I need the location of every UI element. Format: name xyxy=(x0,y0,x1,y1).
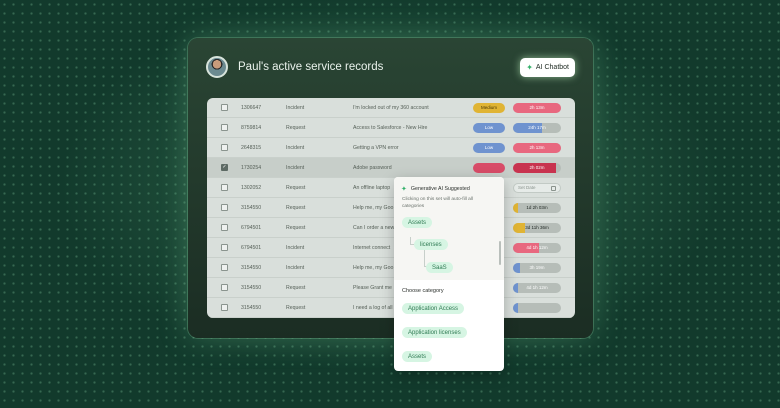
record-type: Request xyxy=(286,184,306,191)
table-row[interactable]: 1302052 Request An offline laptop Set Date xyxy=(207,178,575,198)
row-checkbox[interactable] xyxy=(221,104,228,111)
record-description: Access to Salesforce - New Hire xyxy=(353,124,428,131)
records-table: 1306647 Incident I'm locked out of my 360 … xyxy=(207,98,575,318)
ai-chatbot-button[interactable]: ✦ AI Chatbot xyxy=(520,57,575,77)
row-checkbox[interactable]: ✓ xyxy=(221,164,228,171)
record-id: 3154550 xyxy=(241,204,262,211)
sla-time-text: 2h 02m xyxy=(529,165,545,170)
row-checkbox[interactable] xyxy=(221,244,228,251)
record-type: Incident xyxy=(286,164,305,171)
sla-time-text xyxy=(513,303,561,313)
record-type: Request xyxy=(286,224,306,231)
ai-suggestion-panel[interactable]: ✦ Generative AI Suggested Clicking on th… xyxy=(394,177,504,280)
table-row[interactable]: 3154550 Request Please Grant me 4d 1h 12m xyxy=(207,278,575,298)
suggested-chip-licenses[interactable]: licenses xyxy=(414,239,448,250)
ai-suggestion-title: Generative AI Suggested xyxy=(410,186,470,192)
suggested-chip-assets[interactable]: Assets xyxy=(402,217,433,228)
sla-timer-bar xyxy=(513,302,561,313)
table-row[interactable]: 8759814 Request Access to Salesforce - New… xyxy=(207,118,575,138)
service-records-window: Paul's active service records ✦ AI Chatb… xyxy=(188,38,593,338)
sla-time-text: 1d 2h 03m xyxy=(526,205,548,210)
record-type: Request xyxy=(286,304,306,311)
row-checkbox[interactable] xyxy=(221,284,228,291)
sla-time-text: 2h 13m xyxy=(529,145,545,150)
record-id: 1730254 xyxy=(241,164,262,171)
sla-timer-bar: 24h 17m xyxy=(513,122,561,133)
category-suggestion-popup: ✦ Generative AI Suggested Clicking on th… xyxy=(394,177,504,371)
record-id: 1302052 xyxy=(241,184,262,191)
record-type: Request xyxy=(286,124,306,131)
row-checkbox[interactable] xyxy=(221,264,228,271)
ai-suggestion-subtext: Clicking on this set will auto-fill all … xyxy=(402,197,473,209)
record-id: 6794501 xyxy=(241,224,262,231)
record-description: Adobe password xyxy=(353,164,392,171)
record-type: Request xyxy=(286,284,306,291)
category-option-application-licenses[interactable]: Application licenses xyxy=(402,327,467,338)
record-id: 3154550 xyxy=(241,304,262,311)
record-id: 3154550 xyxy=(241,264,262,271)
choose-category-label: Choose category xyxy=(402,288,444,294)
table-row[interactable]: 6794501 Incident Internet connect 4d 1h 12m xyxy=(207,238,575,258)
ai-suggestion-heading: ✦ Generative AI Suggested xyxy=(401,185,470,193)
priority-badge: Low xyxy=(473,122,505,133)
record-type: Request xyxy=(286,204,306,211)
user-avatar xyxy=(206,56,228,78)
sla-timer-bar: 3d 11h 36m xyxy=(513,222,561,233)
record-id: 8759814 xyxy=(241,124,262,131)
sla-timer-bar: 4d 1h 12m xyxy=(513,282,561,293)
row-checkbox[interactable] xyxy=(221,304,228,311)
row-checkbox[interactable] xyxy=(221,184,228,191)
sparkle-icon: ✦ xyxy=(401,186,407,193)
table-row[interactable]: 6794501 Request Can I order a new 3d 11h 36… xyxy=(207,218,575,238)
table-row[interactable]: 3154550 Incident Help me, my Goo 3h 19m xyxy=(207,258,575,278)
sla-time-text: 24h 17m xyxy=(528,125,546,130)
sla-time-text: 2h 13m xyxy=(529,105,545,110)
table-row[interactable]: 1306647 Incident I'm locked out of my 360 … xyxy=(207,98,575,118)
sla-timer-bar: 3h 19m xyxy=(513,262,561,273)
record-id: 1306647 xyxy=(241,104,262,111)
record-description: Getting a VPN error xyxy=(353,144,399,151)
sla-timer-bar: 2h 02m xyxy=(513,162,561,173)
record-id: 2648315 xyxy=(241,144,262,151)
category-option-application-access[interactable]: Application Access xyxy=(402,303,465,314)
record-type: Incident xyxy=(286,264,305,271)
sla-time-text: 4d 1h 12m xyxy=(526,245,548,250)
window-header: Paul's active service records ✦ AI Chatb… xyxy=(206,56,575,78)
priority-badge: Low xyxy=(473,142,505,153)
page-title: Paul's active service records xyxy=(238,61,384,73)
category-option-assets[interactable]: Assets xyxy=(402,351,433,362)
sla-timer-bar: 1d 2h 03m xyxy=(513,202,561,213)
record-type: Incident xyxy=(286,144,305,151)
row-checkbox[interactable] xyxy=(221,124,228,131)
calendar-icon[interactable] xyxy=(551,185,556,191)
sla-time-text: 3h 19m xyxy=(529,265,545,270)
table-row[interactable]: 3154550 Request I need a log of all xyxy=(207,298,575,318)
priority-badge: Medium xyxy=(473,102,505,113)
sla-time-text: 4d 1h 12m xyxy=(526,285,548,290)
ai-chatbot-label: AI Chatbot xyxy=(535,63,569,71)
record-type: Incident xyxy=(286,244,305,251)
suggested-chip-saas[interactable]: SaaS xyxy=(426,262,453,273)
sla-time-text: 3d 11h 36m xyxy=(525,225,549,230)
priority-badge xyxy=(473,162,505,173)
table-row[interactable]: 3154550 Request Help me, my Goo 1d 2h 03m xyxy=(207,198,575,218)
record-type: Incident xyxy=(286,104,305,111)
record-id: 6794501 xyxy=(241,244,262,251)
table-row[interactable]: ✓ 1730254 Incident Adobe password 2h 02m xyxy=(207,158,575,178)
sla-timer-bar: 4d 1h 12m xyxy=(513,242,561,253)
row-checkbox[interactable] xyxy=(221,204,228,211)
record-description: I'm locked out of my 360 account xyxy=(353,104,429,111)
sla-timer-bar: 2h 13m xyxy=(513,102,561,113)
popup-scrollbar[interactable] xyxy=(499,241,501,265)
sla-timer-bar: 2h 13m xyxy=(513,142,561,153)
record-id: 3154550 xyxy=(241,284,262,291)
row-checkbox[interactable] xyxy=(221,224,228,231)
sparkle-icon: ✦ xyxy=(526,62,533,72)
table-row[interactable]: 2648315 Incident Getting a VPN error Low 2h … xyxy=(207,138,575,158)
row-checkbox[interactable] xyxy=(221,144,228,151)
set-date-field[interactable]: Set Date xyxy=(513,182,561,193)
